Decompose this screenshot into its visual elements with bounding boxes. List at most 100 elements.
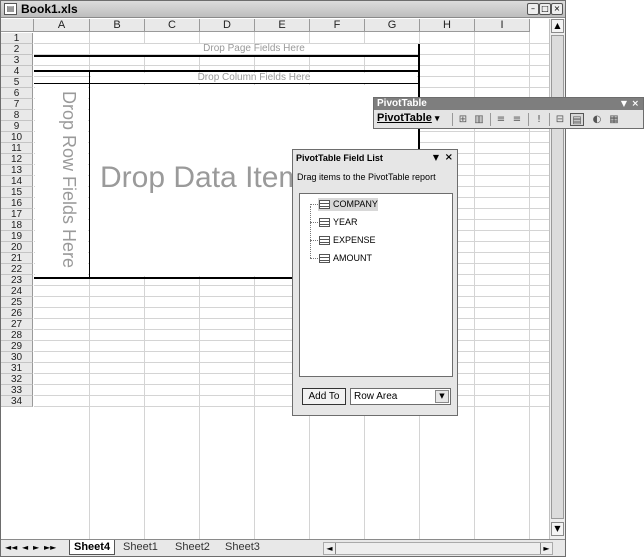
field-list-titlebar[interactable]: PivotTable Field List ▼ ×: [293, 150, 457, 166]
minimize-button[interactable]: –: [527, 3, 539, 15]
scroll-right-icon[interactable]: ►: [540, 543, 552, 554]
show-field-list-icon[interactable]: ▤: [570, 113, 584, 126]
tab-sheet2[interactable]: Sheet2: [171, 540, 214, 555]
area-select[interactable]: Row Area ▼: [350, 388, 451, 405]
column-header-a[interactable]: A: [34, 19, 90, 32]
row-header-13[interactable]: 13: [1, 165, 33, 176]
field-year[interactable]: YEAR: [318, 216, 358, 229]
field-list-close-icon[interactable]: ×: [445, 150, 453, 166]
field-icon: [319, 254, 330, 263]
select-all-corner[interactable]: [1, 19, 34, 32]
pivottable-menu-button[interactable]: PivotTable ▾: [377, 112, 439, 124]
row-header-2[interactable]: 2: [1, 44, 33, 55]
row-header-11[interactable]: 11: [1, 143, 33, 154]
row-header-21[interactable]: 21: [1, 253, 33, 264]
column-header-f[interactable]: F: [310, 19, 365, 32]
row-header-18[interactable]: 18: [1, 220, 33, 231]
prev-sheet-icon[interactable]: ◄: [22, 543, 28, 552]
row-header-25[interactable]: 25: [1, 297, 33, 308]
row-header-6[interactable]: 6: [1, 88, 33, 99]
field-list-title: PivotTable Field List: [296, 153, 383, 163]
window-titlebar[interactable]: ▤ Book1.xls – □ ×: [1, 1, 565, 18]
column-header-i[interactable]: I: [475, 19, 530, 32]
include-hidden-icon[interactable]: ◐: [590, 113, 604, 126]
area-select-value: Row Area: [354, 391, 398, 402]
field-list-box[interactable]: COMPANY YEAR EXPENSE AMOUNT: [299, 193, 453, 377]
toolbar-separator: [528, 113, 529, 126]
field-label: EXPENSE: [333, 235, 376, 245]
row-header-19[interactable]: 19: [1, 231, 33, 242]
row-header-10[interactable]: 10: [1, 132, 33, 143]
field-expense[interactable]: EXPENSE: [318, 234, 376, 247]
row-header-27[interactable]: 27: [1, 319, 33, 330]
row-header-32[interactable]: 32: [1, 374, 33, 385]
row-header-7[interactable]: 7: [1, 99, 33, 110]
field-label: YEAR: [333, 217, 358, 227]
row-header-1[interactable]: 1: [1, 33, 33, 44]
first-sheet-icon[interactable]: ◄◄: [5, 543, 17, 552]
row-header-3[interactable]: 3: [1, 55, 33, 66]
scroll-up-icon[interactable]: ▲: [551, 19, 564, 33]
row-header-8[interactable]: 8: [1, 110, 33, 121]
chevron-down-icon[interactable]: ▼: [435, 390, 449, 403]
row-header-9[interactable]: 9: [1, 121, 33, 132]
drop-page-fields-zone[interactable]: Drop Page Fields Here: [90, 44, 418, 54]
row-header-34[interactable]: 34: [1, 396, 33, 407]
row-header-17[interactable]: 17: [1, 209, 33, 220]
row-header-23[interactable]: 23: [1, 275, 33, 286]
row-header-28[interactable]: 28: [1, 330, 33, 341]
row-header-4[interactable]: 4: [1, 66, 33, 77]
row-header-14[interactable]: 14: [1, 176, 33, 187]
toolbar-options-icon[interactable]: ▼: [621, 98, 627, 110]
row-header-15[interactable]: 15: [1, 187, 33, 198]
format-report-icon[interactable]: ⊞: [456, 113, 470, 126]
row-header-30[interactable]: 30: [1, 352, 33, 363]
drop-row-fields-zone[interactable]: Drop Row Fields Here: [35, 85, 88, 276]
horizontal-scrollbar[interactable]: ◄ ►: [323, 542, 553, 555]
column-header-g[interactable]: G: [365, 19, 420, 32]
column-header-e[interactable]: E: [255, 19, 310, 32]
row-header-29[interactable]: 29: [1, 341, 33, 352]
drop-column-fields-zone[interactable]: Drop Column Fields Here: [91, 73, 417, 83]
scroll-down-icon[interactable]: ▼: [551, 522, 564, 536]
show-detail-icon[interactable]: ≡: [510, 113, 524, 126]
tab-sheet1[interactable]: Sheet1: [119, 540, 162, 555]
row-header-22[interactable]: 22: [1, 264, 33, 275]
excel-doc-icon[interactable]: ▤: [4, 3, 17, 15]
field-list-options-icon[interactable]: ▼: [433, 150, 439, 166]
toolbar-close-icon[interactable]: ×: [631, 98, 639, 110]
chart-wizard-icon[interactable]: ▥: [472, 113, 486, 126]
always-display-icon[interactable]: ▦: [607, 113, 621, 126]
scroll-left-icon[interactable]: ◄: [324, 543, 336, 554]
row-header-12[interactable]: 12: [1, 154, 33, 165]
column-header-d[interactable]: D: [200, 19, 255, 32]
tree-line: [310, 240, 318, 241]
row-header-31[interactable]: 31: [1, 363, 33, 374]
tab-sheet4[interactable]: Sheet4: [69, 540, 116, 555]
add-to-button[interactable]: Add To: [302, 388, 346, 405]
field-company[interactable]: COMPANY: [318, 198, 378, 211]
close-window-button[interactable]: ×: [551, 3, 563, 15]
field-amount[interactable]: AMOUNT: [318, 252, 372, 265]
column-header-h[interactable]: H: [420, 19, 475, 32]
row-header-5[interactable]: 5: [1, 77, 33, 88]
gridline: [34, 65, 549, 66]
row-header-16[interactable]: 16: [1, 198, 33, 209]
tab-sheet3[interactable]: Sheet3: [221, 540, 264, 555]
next-sheet-icon[interactable]: ►: [33, 543, 39, 552]
field-label: AMOUNT: [333, 253, 372, 263]
column-header-c[interactable]: C: [145, 19, 200, 32]
drop-row-fields-label: Drop Row Fields Here: [59, 91, 79, 269]
maximize-button[interactable]: □: [539, 3, 551, 15]
row-header-20[interactable]: 20: [1, 242, 33, 253]
pivottable-toolbar-title[interactable]: PivotTable ▼ ×: [374, 98, 643, 110]
row-header-26[interactable]: 26: [1, 308, 33, 319]
row-header-24[interactable]: 24: [1, 286, 33, 297]
row-header-33[interactable]: 33: [1, 385, 33, 396]
refresh-data-icon[interactable]: !: [532, 113, 546, 126]
field-settings-icon[interactable]: ⊟: [553, 113, 567, 126]
column-header-b[interactable]: B: [90, 19, 145, 32]
toolbar-separator: [549, 113, 550, 126]
hide-detail-icon[interactable]: ≡: [494, 113, 508, 126]
last-sheet-icon[interactable]: ►►: [44, 543, 56, 552]
